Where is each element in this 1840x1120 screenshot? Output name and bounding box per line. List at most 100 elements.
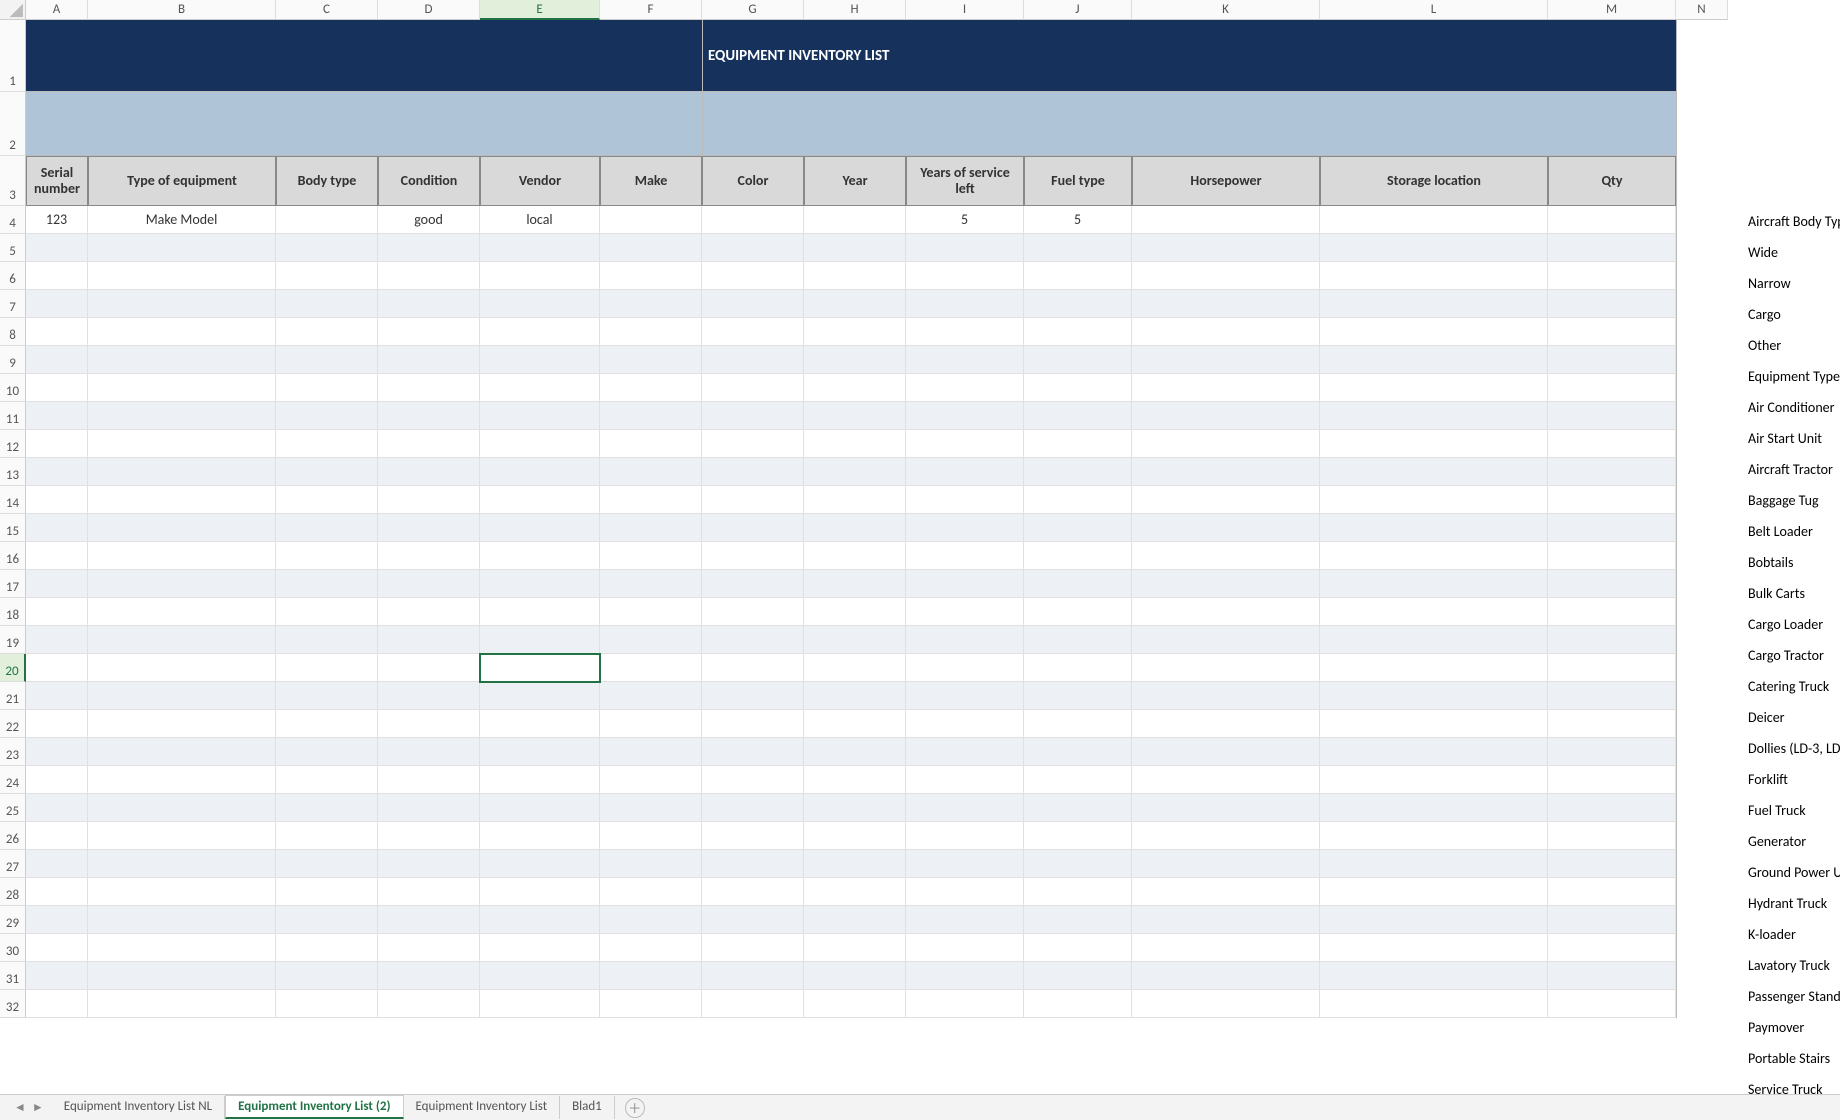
cell-I28[interactable] [906,878,1024,906]
cell-H30[interactable] [804,934,906,962]
cell-M11[interactable] [1548,402,1676,430]
cell-F17[interactable] [600,570,702,598]
cell-J32[interactable] [1024,990,1132,1018]
table-header-cell[interactable]: Body type [276,156,378,206]
cell-I12[interactable] [906,430,1024,458]
cell-G27[interactable] [702,850,804,878]
cell-A23[interactable] [26,738,88,766]
cell-K25[interactable] [1132,794,1320,822]
cell-I29[interactable] [906,906,1024,934]
cell-H12[interactable] [804,430,906,458]
cell-E11[interactable] [480,402,600,430]
cell-B11[interactable] [88,402,276,430]
cell-D7[interactable] [378,290,480,318]
tab-nav-next-icon[interactable]: ► [32,1100,44,1115]
cell-G11[interactable] [702,402,804,430]
cell-H27[interactable] [804,850,906,878]
cell-D26[interactable] [378,822,480,850]
cell-H13[interactable] [804,458,906,486]
cell-D16[interactable] [378,542,480,570]
cell-M29[interactable] [1548,906,1676,934]
cell-I21[interactable] [906,682,1024,710]
cell-M14[interactable] [1548,486,1676,514]
cell-E25[interactable] [480,794,600,822]
cell-J14[interactable] [1024,486,1132,514]
cell-C19[interactable] [276,626,378,654]
cell-J9[interactable] [1024,346,1132,374]
cell-I25[interactable] [906,794,1024,822]
cell-K18[interactable] [1132,598,1320,626]
cell-F23[interactable] [600,738,702,766]
cell-A12[interactable] [26,430,88,458]
cell-M18[interactable] [1548,598,1676,626]
cell-K28[interactable] [1132,878,1320,906]
cell-A17[interactable] [26,570,88,598]
cell-L10[interactable] [1320,374,1548,402]
cell-A20[interactable] [26,654,88,682]
tab-nav-prev-icon[interactable]: ◄ [14,1100,26,1115]
cell-A29[interactable] [26,906,88,934]
cell-M20[interactable] [1548,654,1676,682]
cell-C29[interactable] [276,906,378,934]
cell-K10[interactable] [1132,374,1320,402]
cell-A28[interactable] [26,878,88,906]
row-header-29[interactable]: 29 [0,906,26,934]
cell-J10[interactable] [1024,374,1132,402]
cell-L25[interactable] [1320,794,1548,822]
cell-J22[interactable] [1024,710,1132,738]
cell-F7[interactable] [600,290,702,318]
cell-E6[interactable] [480,262,600,290]
cell-C6[interactable] [276,262,378,290]
cell-B8[interactable] [88,318,276,346]
cell-L26[interactable] [1320,822,1548,850]
cell-I19[interactable] [906,626,1024,654]
cell-E12[interactable] [480,430,600,458]
cell-L21[interactable] [1320,682,1548,710]
row-header-17[interactable]: 17 [0,570,26,598]
cell-A16[interactable] [26,542,88,570]
cell-C26[interactable] [276,822,378,850]
sheet-tab[interactable]: Blad1 [560,1096,615,1119]
cell-B15[interactable] [88,514,276,542]
table-header-cell[interactable]: Serial number [26,156,88,206]
cell-B30[interactable] [88,934,276,962]
cell-I17[interactable] [906,570,1024,598]
cell-G24[interactable] [702,766,804,794]
column-header-H[interactable]: H [804,0,906,20]
cell-L20[interactable] [1320,654,1548,682]
cell-K24[interactable] [1132,766,1320,794]
cell-K19[interactable] [1132,626,1320,654]
cell-D31[interactable] [378,962,480,990]
cell-H11[interactable] [804,402,906,430]
cell-A11[interactable] [26,402,88,430]
cell-B25[interactable] [88,794,276,822]
cell-D27[interactable] [378,850,480,878]
cell-I24[interactable] [906,766,1024,794]
cell-D28[interactable] [378,878,480,906]
cell-J4[interactable]: 5 [1024,206,1132,234]
cell-H31[interactable] [804,962,906,990]
table-header-cell[interactable]: Horsepower [1132,156,1320,206]
cell-F27[interactable] [600,850,702,878]
cell-E22[interactable] [480,710,600,738]
cell-K15[interactable] [1132,514,1320,542]
table-header-cell[interactable]: Qty [1548,156,1676,206]
cell-L31[interactable] [1320,962,1548,990]
cell-K13[interactable] [1132,458,1320,486]
cell-G19[interactable] [702,626,804,654]
cell-D5[interactable] [378,234,480,262]
cell-M8[interactable] [1548,318,1676,346]
cell-D15[interactable] [378,514,480,542]
cell-K4[interactable] [1132,206,1320,234]
table-header-cell[interactable]: Year [804,156,906,206]
cell-E21[interactable] [480,682,600,710]
cell-F24[interactable] [600,766,702,794]
cell-K11[interactable] [1132,402,1320,430]
cell-A31[interactable] [26,962,88,990]
cell-B24[interactable] [88,766,276,794]
cell-E30[interactable] [480,934,600,962]
cell-D32[interactable] [378,990,480,1018]
cell-A26[interactable] [26,822,88,850]
row-header-18[interactable]: 18 [0,598,26,626]
cell-F6[interactable] [600,262,702,290]
